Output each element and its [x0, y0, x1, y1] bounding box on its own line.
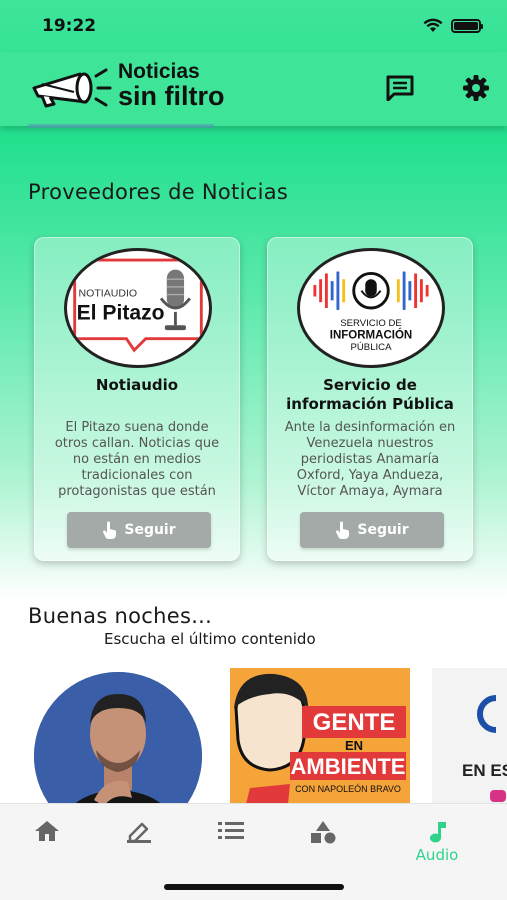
wifi-icon	[423, 18, 443, 32]
tab-home[interactable]	[22, 820, 72, 864]
provider-name: Servicio de información Pública	[286, 376, 454, 413]
gente-title: GENTE	[313, 709, 396, 736]
provider-logo-sip: SERVICIO DE INFORMACIÓN PÚBLICA	[297, 248, 445, 368]
greeting-subtitle: Escucha el último contenido	[104, 630, 316, 648]
provider-card-notiaudio[interactable]: NOTIAUDIO El Pitazo Notiaudio El Pitazo …	[34, 237, 240, 561]
edit-icon	[127, 822, 151, 843]
messages-button[interactable]	[384, 72, 416, 104]
content-thumbnail-third[interactable]: EN ES	[432, 668, 507, 804]
follow-button-label: Seguir	[357, 522, 409, 538]
tab-audio[interactable]: Audio	[412, 820, 462, 864]
battery-icon	[451, 18, 483, 33]
gente-byline: CON NAPOLEÓN BRAVO	[295, 784, 401, 794]
music-note-icon	[430, 822, 446, 843]
header-progress-bar	[28, 124, 214, 128]
status-time: 19:22	[42, 16, 97, 36]
tab-list[interactable]	[206, 820, 256, 864]
logo-notiaudio-text: NOTIAUDIO	[79, 287, 138, 299]
greeting-title: Buenas noches...	[28, 604, 213, 628]
home-indicator[interactable]	[164, 884, 344, 890]
follow-button-label: Seguir	[124, 522, 176, 538]
third-thumbnail-title: EN ES	[462, 761, 507, 780]
home-icon	[35, 821, 59, 841]
follow-button-sip[interactable]: Seguir	[300, 512, 444, 548]
tab-audio-label: Audio	[415, 846, 459, 864]
provider-description: El Pitazo suena donde otros callan. Noti…	[54, 420, 220, 498]
providers-section-title: Proveedores de Noticias	[28, 180, 289, 204]
settings-button[interactable]	[460, 72, 492, 104]
tab-categories[interactable]	[298, 820, 348, 864]
provider-description: Ante la desinformación en Venezuela nues…	[284, 420, 456, 498]
hand-pointer-icon	[336, 521, 350, 539]
logo-line-2: sin filtro	[118, 81, 225, 112]
list-icon	[218, 822, 244, 839]
content-thumbnail-gente-en-ambiente[interactable]: GENTE EN AMBIENTE CON NAPOLEÓN BRAVO	[230, 668, 410, 804]
logo-servicio-text: SERVICIO DE	[340, 318, 402, 329]
follow-button-notiaudio[interactable]: Seguir	[67, 512, 211, 548]
logo-el-pitazo-text: El Pitazo	[77, 302, 165, 325]
ambiente-title: AMBIENTE	[291, 754, 406, 779]
logo-informacion-text: INFORMACIÓN	[330, 329, 412, 342]
logo-publica-text: PÚBLICA	[351, 342, 393, 353]
megaphone-icon	[32, 68, 112, 108]
provider-name: Notiaudio	[95, 376, 179, 394]
shapes-icon	[311, 821, 336, 844]
tab-edit[interactable]	[114, 820, 164, 864]
provider-card-sip[interactable]: SERVICIO DE INFORMACIÓN PÚBLICA Servicio…	[267, 237, 473, 561]
status-icons	[423, 18, 483, 33]
app-logo: Noticias sin filtro	[28, 62, 225, 110]
logo-line-1: Noticias	[118, 60, 200, 84]
chat-icon	[386, 75, 414, 101]
app-header: Noticias sin filtro	[0, 52, 507, 126]
hand-pointer-icon	[103, 521, 117, 539]
status-bar: 19:22	[0, 0, 507, 50]
provider-logo-notiaudio: NOTIAUDIO El Pitazo	[64, 248, 212, 368]
en-title: EN	[345, 738, 363, 753]
gear-icon	[463, 75, 489, 101]
